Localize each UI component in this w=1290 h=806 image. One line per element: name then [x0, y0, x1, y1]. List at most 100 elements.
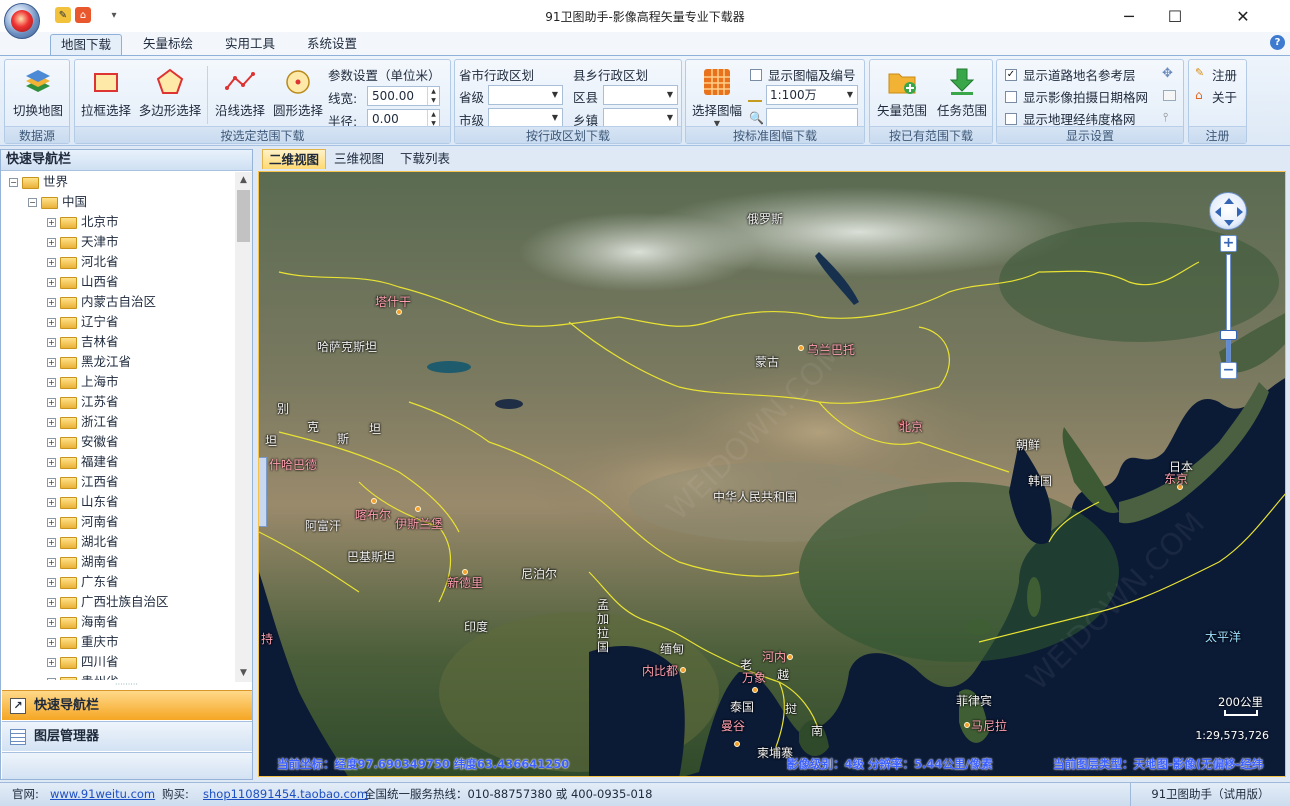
expand-icon[interactable]: + — [47, 218, 56, 227]
vector-range-button[interactable]: 矢量范围 — [872, 64, 932, 119]
tree-node-province[interactable]: + 北京市 — [47, 212, 119, 232]
expand-icon[interactable]: + — [47, 478, 56, 487]
line-width-input[interactable]: 500.00 ▲ ▼ — [367, 86, 440, 106]
tree-node-province[interactable]: + 内蒙古自治区 — [47, 292, 156, 312]
expand-icon[interactable]: + — [47, 638, 56, 647]
show-sheet-checkbox[interactable] — [750, 69, 762, 81]
pane-splitter-grip[interactable]: ········· — [1, 681, 252, 690]
tree-node-province[interactable]: + 江苏省 — [47, 392, 119, 412]
capture-date-checkbox[interactable] — [1005, 91, 1017, 103]
expand-icon[interactable]: + — [47, 618, 56, 627]
task-range-button[interactable]: 任务范围 — [932, 64, 992, 119]
tree-node-province[interactable]: + 天津市 — [47, 232, 119, 252]
spin-arrows-icon[interactable]: ▲ ▼ — [427, 87, 439, 105]
tree-node-province[interactable]: + 山东省 — [47, 492, 119, 512]
expand-icon[interactable]: + — [47, 518, 56, 527]
tab-map-download[interactable]: 地图下载 — [50, 34, 123, 55]
province-select[interactable]: ▼ — [488, 85, 563, 105]
town-select[interactable]: ▼ — [603, 108, 678, 128]
expand-icon[interactable]: + — [47, 238, 56, 247]
tab-settings[interactable]: 系统设置 — [297, 34, 367, 55]
layer-manager-tab[interactable]: 图层管理器 — [2, 721, 252, 751]
tree-node-province[interactable]: + 广东省 — [47, 572, 119, 592]
zoom-slider-thumb[interactable] — [1220, 330, 1237, 340]
line-select-button[interactable]: 沿线选择 — [211, 64, 269, 119]
expand-icon[interactable]: + — [47, 558, 56, 567]
tree-node-province[interactable]: + 重庆市 — [47, 632, 119, 652]
tree-node-province[interactable]: + 海南省 — [47, 612, 119, 632]
collapse-icon[interactable]: − — [9, 178, 18, 187]
rect-select-button[interactable]: 拉框选择 — [77, 64, 135, 119]
expand-icon[interactable]: + — [47, 378, 56, 387]
expand-icon[interactable]: + — [47, 418, 56, 427]
expand-icon[interactable]: + — [47, 498, 56, 507]
pan-compass[interactable] — [1209, 192, 1247, 230]
scroll-down-icon[interactable]: ▼ — [235, 665, 252, 682]
tree-node-world[interactable]: − 世界 — [9, 172, 68, 192]
expand-icon[interactable]: + — [47, 318, 56, 327]
expand-icon[interactable]: + — [47, 598, 56, 607]
polygon-select-button[interactable]: 多边形选择 — [135, 64, 205, 119]
shop-link[interactable]: shop110891454.taobao.com — [203, 783, 368, 805]
tab-2d-view[interactable]: 二维视图 — [262, 149, 327, 169]
tree-node-province[interactable]: + 安徽省 — [47, 432, 119, 452]
expand-icon[interactable]: + — [47, 298, 56, 307]
close-button[interactable]: ✕ — [1220, 0, 1266, 32]
scroll-thumb[interactable] — [237, 190, 250, 242]
tree-node-province[interactable]: + 广西壮族自治区 — [47, 592, 169, 612]
move-icon[interactable]: ✥ — [1162, 66, 1173, 81]
county-select[interactable]: ▼ — [603, 85, 678, 105]
expand-icon[interactable]: + — [47, 258, 56, 267]
expand-icon[interactable]: + — [47, 458, 56, 467]
tree-node-province[interactable]: + 四川省 — [47, 652, 119, 672]
expand-icon[interactable]: + — [47, 678, 56, 680]
tab-tools[interactable]: 实用工具 — [215, 34, 285, 55]
sheet-number-input[interactable] — [766, 108, 858, 128]
tree-scrollbar[interactable]: ▲ ▼ — [235, 172, 252, 682]
expand-icon[interactable]: + — [47, 338, 56, 347]
tree-node-province[interactable]: + 河北省 — [47, 252, 119, 272]
minimize-button[interactable]: ─ — [1106, 0, 1152, 32]
tree-node-province[interactable]: + 湖北省 — [47, 532, 119, 552]
scroll-up-icon[interactable]: ▲ — [235, 172, 252, 189]
zoom-in-button[interactable]: + — [1220, 235, 1237, 252]
tab-3d-view[interactable]: 三维视图 — [328, 149, 390, 169]
tree-node-province[interactable]: + 河南省 — [47, 512, 119, 532]
expand-icon[interactable]: + — [47, 398, 56, 407]
switch-map-button[interactable]: 切换地图 — [9, 64, 67, 119]
help-icon[interactable]: ? — [1270, 35, 1285, 50]
circle-select-button[interactable]: 圆形选择 — [269, 64, 327, 119]
select-sheet-button[interactable]: 选择图幅 ▼ — [688, 64, 746, 128]
tab-vector-plot[interactable]: 矢量标绘 — [133, 34, 203, 55]
tower-icon[interactable]: ⫯ — [1163, 110, 1168, 125]
scale-select[interactable]: 1:100万 ▼ — [766, 85, 858, 105]
expand-icon[interactable]: + — [47, 538, 56, 547]
satellite-map[interactable]: WEIDOWN.COM WEIDOWN.COM 俄罗斯 哈萨克斯坦 蒙古 乌兰巴… — [258, 171, 1286, 777]
blank-page-icon[interactable] — [1163, 90, 1176, 101]
tab-download-list[interactable]: 下载列表 — [394, 149, 456, 169]
about-button[interactable]: 关于 — [1212, 87, 1237, 106]
tree-node-province[interactable]: + 山西省 — [47, 272, 119, 292]
tree-node-province[interactable]: + 江西省 — [47, 472, 119, 492]
expand-icon[interactable]: + — [47, 658, 56, 667]
tree-node-province[interactable]: + 浙江省 — [47, 412, 119, 432]
road-names-checkbox[interactable]: ✓ — [1005, 69, 1017, 81]
app-menu-button[interactable] — [4, 3, 40, 39]
tree-node-province[interactable]: + 吉林省 — [47, 332, 119, 352]
tree-node-province[interactable]: + 上海市 — [47, 372, 119, 392]
register-button[interactable]: 注册 — [1212, 65, 1237, 84]
collapse-icon[interactable]: − — [28, 198, 37, 207]
graticule-checkbox[interactable] — [1005, 113, 1017, 125]
expand-icon[interactable]: + — [47, 578, 56, 587]
tree-node-province[interactable]: +贵州省 — [47, 672, 119, 680]
maximize-button[interactable]: ☐ — [1152, 0, 1198, 32]
quick-nav-tab[interactable]: ↗ 快速导航栏 — [2, 690, 252, 720]
tree-node-province[interactable]: + 湖南省 — [47, 552, 119, 572]
zoom-out-button[interactable]: − — [1220, 362, 1237, 379]
expand-icon[interactable]: + — [47, 278, 56, 287]
tree-node-province[interactable]: + 黑龙江省 — [47, 352, 131, 372]
expand-icon[interactable]: + — [47, 438, 56, 447]
website-link[interactable]: www.91weitu.com — [50, 783, 155, 805]
tree-node-china[interactable]: − 中国 — [28, 192, 87, 212]
tree-node-province[interactable]: + 辽宁省 — [47, 312, 119, 332]
